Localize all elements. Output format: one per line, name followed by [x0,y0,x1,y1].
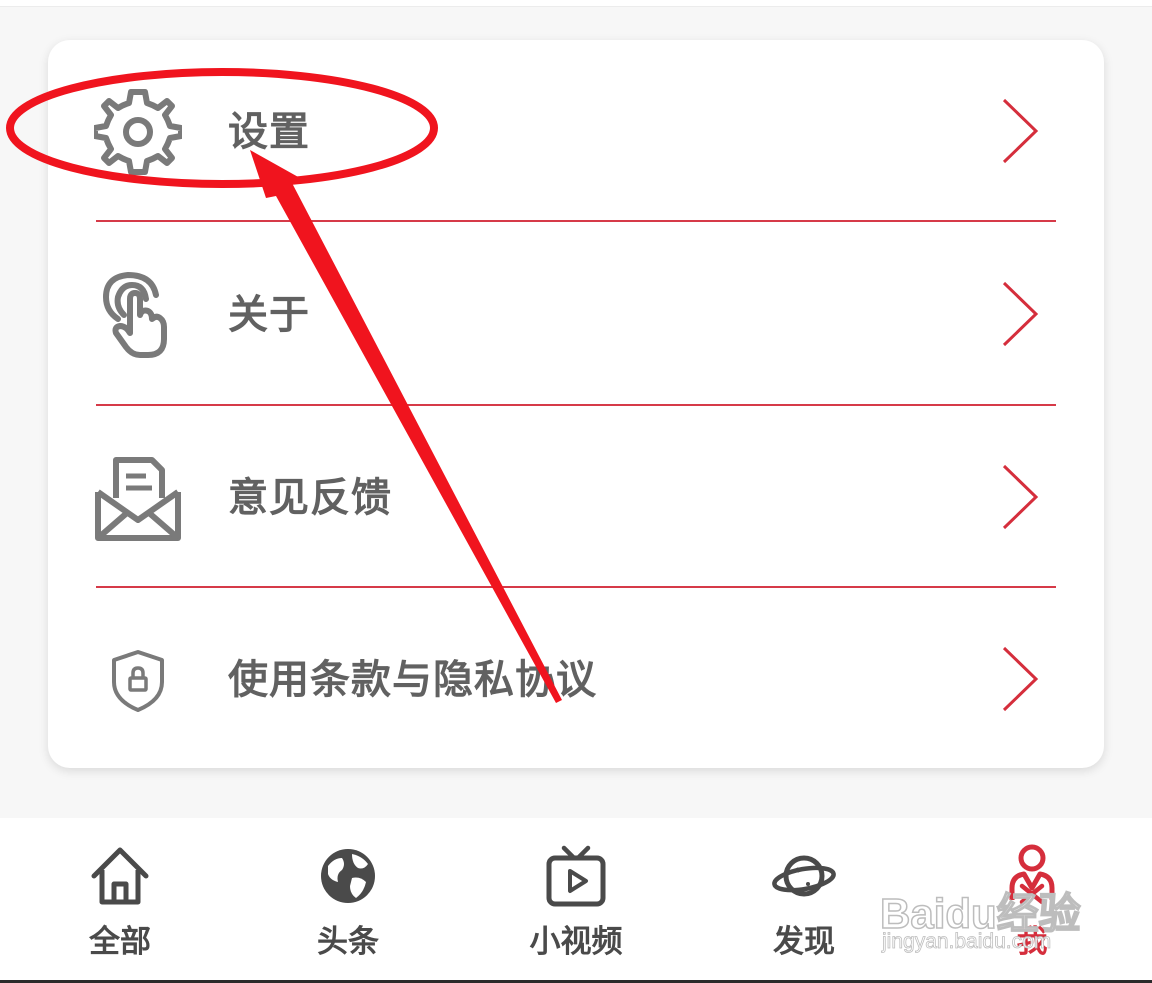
tab-me-label: 我 [1016,924,1048,960]
tab-headlines[interactable]: 头条 [273,844,423,974]
globe-icon [321,849,375,903]
tab-me[interactable]: 我 [957,844,1107,974]
touch-hand-icon [102,271,167,358]
menu-item-about[interactable]: 关于 [48,223,1104,405]
chevron-right-icon [1002,98,1039,164]
envelope-letter-icon [95,457,181,541]
tab-all[interactable]: 全部 [45,844,195,974]
shield-lock-icon [112,650,164,712]
gear-icon [94,89,182,175]
menu-item-about-label: 关于 [228,292,310,338]
tv-play-icon [546,845,606,907]
planet-icon [772,855,836,897]
tab-short-video-label: 小视频 [529,924,623,960]
menu-item-terms-privacy-label: 使用条款与隐私协议 [228,657,597,703]
top-strip [0,0,1152,7]
tab-discover-label: 发现 [773,924,835,960]
menu-item-feedback-label: 意见反馈 [228,475,392,521]
menu-divider [96,220,1056,222]
menu-item-settings[interactable]: 设置 [48,40,1104,222]
person-icon [1009,844,1055,905]
chevron-right-icon [1002,281,1039,347]
settings-menu-card: 设置 关于 意见反馈 使用条款与隐私协议 [48,40,1104,768]
tab-all-label: 全部 [89,924,151,960]
menu-item-terms-privacy[interactable]: 使用条款与隐私协议 [48,588,1104,770]
menu-item-settings-label: 设置 [228,109,310,155]
menu-item-feedback[interactable]: 意见反馈 [48,406,1104,588]
tab-headlines-label: 头条 [317,924,379,960]
bottom-tab-bar: 全部 头条 小视频 发现 我 [0,818,1152,983]
home-icon [91,847,149,905]
tab-short-video[interactable]: 小视频 [501,844,651,974]
chevron-right-icon [1002,464,1039,530]
tab-discover[interactable]: 发现 [729,844,879,974]
chevron-right-icon [1002,646,1039,712]
